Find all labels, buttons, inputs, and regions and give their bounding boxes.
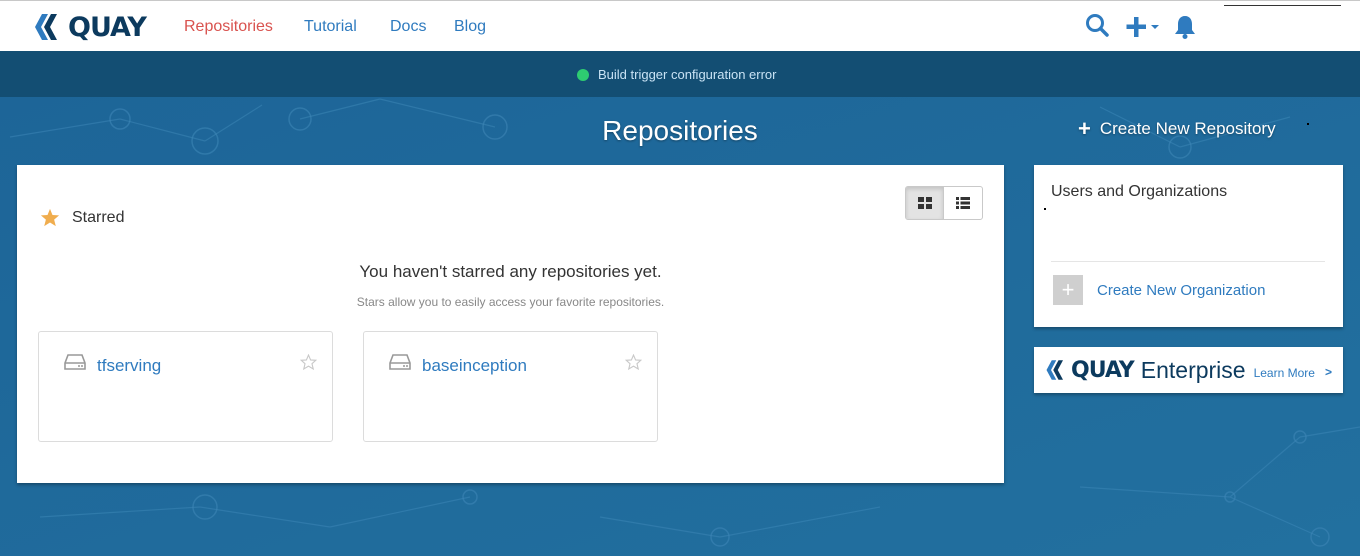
repository-drive-icon (389, 353, 411, 376)
bell-icon[interactable] (1173, 14, 1197, 45)
star-outline-icon[interactable] (299, 353, 318, 375)
create-organization-button[interactable]: + Create New Organization (1053, 275, 1265, 305)
star-icon (40, 208, 60, 227)
starred-label: Starred (72, 208, 125, 226)
create-repository-label: Create New Repository (1099, 119, 1276, 138)
plus-box-icon: + (1053, 275, 1083, 305)
nav-docs[interactable]: Docs (390, 18, 426, 36)
repository-card[interactable]: baseinception (363, 331, 658, 442)
star-outline-icon[interactable] (624, 353, 643, 375)
repository-card[interactable]: tfserving (38, 331, 333, 442)
nav-blog[interactable]: Blog (454, 18, 486, 36)
user-menu-underline (1224, 5, 1341, 6)
stray-dot (1307, 123, 1309, 125)
repository-name[interactable]: tfserving (97, 356, 161, 376)
empty-starred-subtitle: Stars allow you to easily access your fa… (356, 295, 665, 309)
quay-logo[interactable]: QUAY (33, 11, 147, 43)
quay-enterprise-promo: QUAY Enterprise Learn More > (1034, 347, 1343, 393)
empty-starred-title: You haven't starred any repositories yet… (359, 262, 662, 281)
enterprise-brand: QUAY (1071, 357, 1135, 383)
users-organizations-panel: Users and Organizations + Create New Org… (1034, 165, 1343, 327)
list-icon (956, 197, 970, 209)
list-view-button[interactable] (944, 187, 982, 219)
banner-message[interactable]: Build trigger configuration error (598, 67, 776, 82)
repository-name[interactable]: baseinception (422, 356, 527, 376)
grid-icon (917, 197, 932, 209)
nav-repositories[interactable]: Repositories (184, 18, 273, 36)
status-banner: Build trigger configuration error (0, 51, 1360, 97)
repositories-panel: Starred You haven't starred any reposito… (17, 165, 1004, 483)
search-icon[interactable] (1085, 13, 1109, 44)
logo-text: QUAY (68, 11, 147, 43)
create-repository-button[interactable]: + Create New Repository (1078, 116, 1276, 141)
enterprise-word: Enterprise (1140, 356, 1246, 383)
starred-header: Starred (40, 208, 124, 227)
plus-icon: + (1078, 116, 1091, 141)
nav-tutorial[interactable]: Tutorial (304, 18, 357, 36)
plus-dropdown-icon[interactable] (1126, 16, 1162, 43)
top-navbar: QUAY Repositories Tutorial Docs Blog (0, 0, 1360, 51)
status-dot (577, 69, 589, 81)
side-panel-dot (1044, 208, 1046, 210)
users-organizations-title: Users and Organizations (1051, 183, 1228, 200)
repository-drive-icon (64, 353, 86, 376)
chevron-right-icon[interactable]: > (1325, 365, 1332, 379)
quay-logo-icon (35, 14, 57, 40)
grid-view-button[interactable] (906, 187, 945, 219)
learn-more-link[interactable]: Learn More (1254, 366, 1315, 380)
view-mode-toggle (905, 186, 983, 220)
quay-logo-icon (1046, 360, 1063, 380)
divider (1051, 261, 1325, 262)
quay-enterprise-logo: QUAY Enterprise (1045, 357, 1246, 384)
create-organization-label: Create New Organization (1097, 281, 1266, 299)
